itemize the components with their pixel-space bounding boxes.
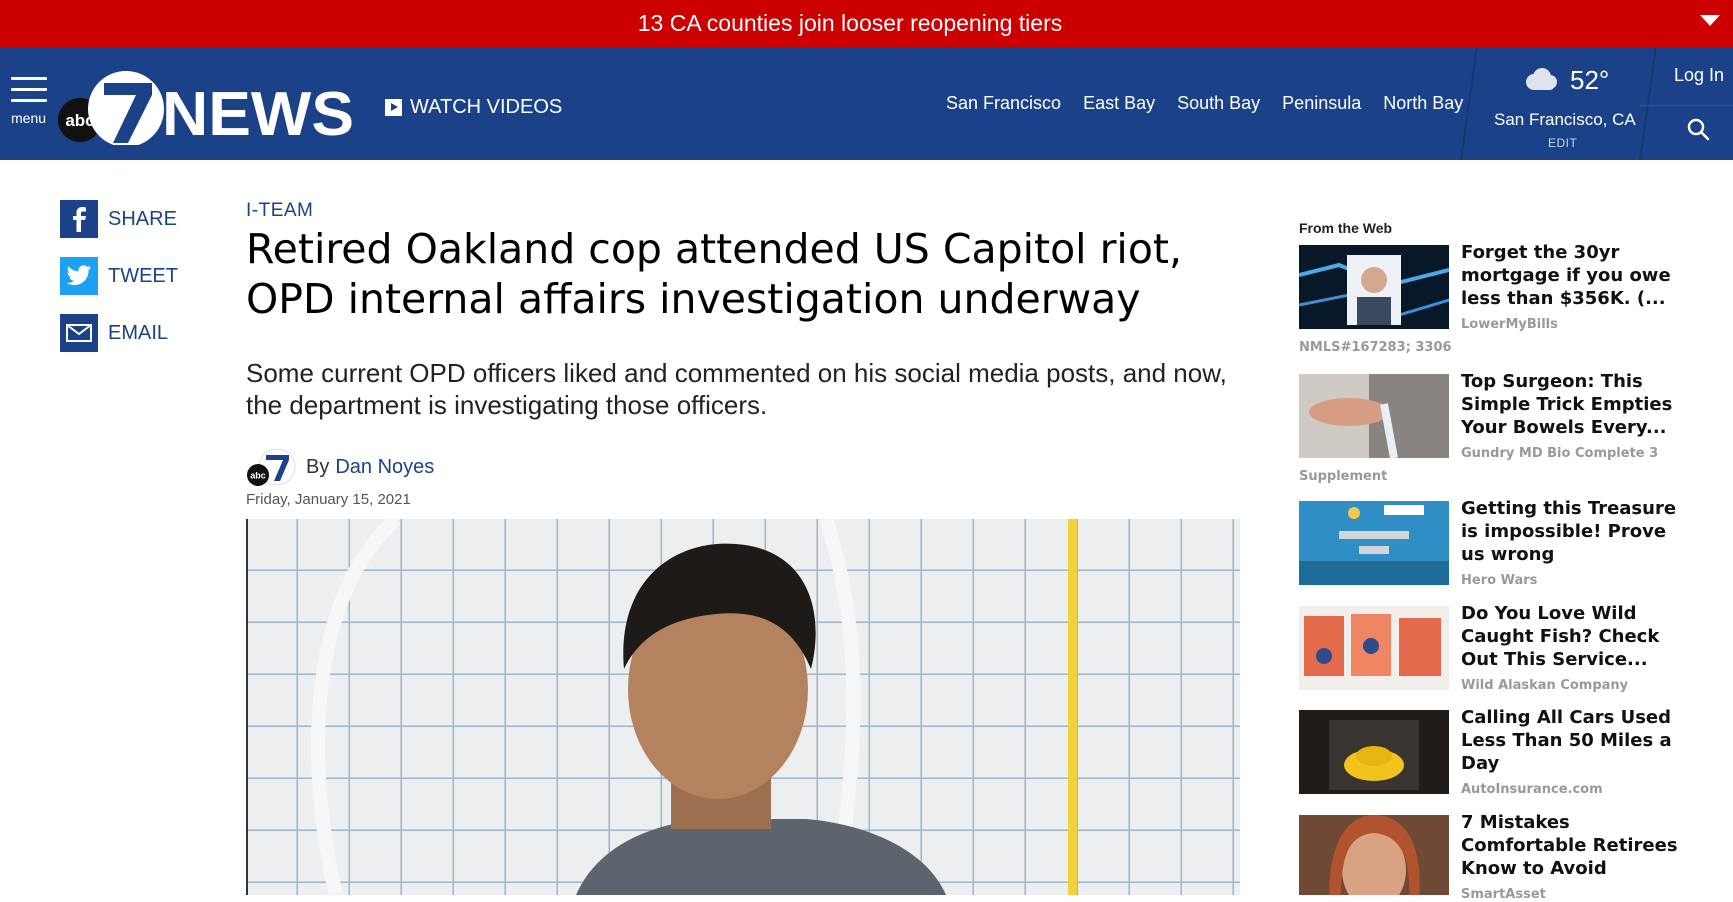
menu-label[interactable]: menu: [11, 110, 46, 126]
sponsored-thumbnail[interactable]: [1299, 374, 1449, 458]
email-label: EMAIL: [108, 321, 169, 344]
weather-edit-link[interactable]: EDIT: [1548, 136, 1577, 150]
author-link[interactable]: Dan Noyes: [335, 456, 434, 479]
hamburger-icon-bar: [11, 88, 47, 91]
sponsored-thumbnail[interactable]: [1299, 606, 1449, 690]
sponsored-thumbnail[interactable]: [1299, 710, 1449, 794]
sponsored-source: Hero Wars: [1461, 573, 1538, 588]
section-kicker[interactable]: I-TEAM: [246, 200, 313, 222]
hamburger-icon-bar: [11, 99, 47, 102]
hamburger-icon: [11, 77, 47, 80]
email-share-button[interactable]: EMAIL: [60, 314, 168, 352]
tweet-label: TWEET: [108, 264, 178, 287]
weather-temperature[interactable]: 52°: [1570, 65, 1609, 96]
svg-text:NEWS: NEWS: [162, 80, 354, 145]
facebook-icon: [60, 200, 98, 238]
article-dek: Some current OPD officers liked and comm…: [246, 358, 1227, 420]
share-label: SHARE: [108, 207, 177, 230]
nav-item-peninsula[interactable]: Peninsula: [1282, 93, 1361, 114]
nav-item-east-bay[interactable]: East Bay: [1083, 93, 1155, 114]
sponsored-thumbnail[interactable]: [1299, 815, 1449, 895]
sponsored-title[interactable]: Top Surgeon: This Simple Trick Empties Y…: [1461, 370, 1686, 439]
facebook-share-button[interactable]: SHARE: [60, 200, 177, 238]
twitter-share-button[interactable]: TWEET: [60, 257, 178, 295]
search-icon[interactable]: [1686, 117, 1710, 141]
author-avatar: abc: [247, 448, 296, 486]
article-headline: Retired Oakland cop attended US Capitol …: [246, 225, 1183, 323]
breaking-alert-bar[interactable]: 13 CA counties join looser reopening tie…: [0, 0, 1733, 47]
divider: [1640, 105, 1733, 106]
byline-prefix: By: [306, 455, 330, 478]
nav-item-north-bay[interactable]: North Bay: [1383, 93, 1463, 114]
sponsored-source-extra: NMLS#167283; 3306: [1299, 340, 1452, 355]
site-header: menu abc NEWS WATCH VIDEOS San Francisco…: [0, 47, 1733, 160]
watch-videos-label: WATCH VIDEOS: [410, 95, 563, 118]
publish-date: Friday, January 15, 2021: [246, 491, 411, 508]
abc7news-logo[interactable]: abc NEWS: [58, 65, 358, 145]
byline: abc By Dan Noyes: [246, 447, 434, 487]
sponsored-thumbnail[interactable]: [1299, 501, 1449, 585]
sponsored-title[interactable]: Getting this Treasure is impossible! Pro…: [1461, 497, 1686, 566]
weather-location[interactable]: San Francisco, CA: [1494, 110, 1636, 130]
sponsored-title[interactable]: 7 Mistakes Comfortable Retirees Know to …: [1461, 811, 1686, 880]
sponsored-source: LowerMyBills: [1461, 317, 1558, 332]
divider: [1639, 47, 1657, 160]
sponsored-source-extra: Supplement: [1299, 469, 1388, 484]
chevron-down-icon[interactable]: [1699, 14, 1721, 28]
play-icon: [385, 98, 402, 116]
sponsored-thumbnail[interactable]: [1299, 245, 1449, 329]
watch-videos-link[interactable]: WATCH VIDEOS: [385, 95, 562, 119]
sponsored-source: Gundry MD Bio Complete 3: [1461, 446, 1659, 461]
nav-item-south-bay[interactable]: South Bay: [1177, 93, 1260, 114]
sponsored-source: AutoInsurance.com: [1461, 782, 1603, 797]
email-icon: [60, 314, 98, 352]
alert-text[interactable]: 13 CA counties join looser reopening tie…: [0, 10, 1700, 37]
sponsored-source: Wild Alaskan Company: [1461, 678, 1629, 693]
region-nav: San Francisco East Bay South Bay Peninsu…: [946, 93, 1463, 114]
hero-photo: [246, 519, 1240, 895]
sponsored-title[interactable]: Forget the 30yr mortgage if you owe less…: [1461, 241, 1686, 310]
article-hero-image[interactable]: [246, 519, 1240, 895]
nav-item-san-francisco[interactable]: San Francisco: [946, 93, 1061, 114]
twitter-icon: [60, 257, 98, 295]
login-link[interactable]: Log In: [1674, 65, 1724, 86]
sponsored-title[interactable]: Do You Love Wild Caught Fish? Check Out …: [1461, 602, 1686, 671]
sponsored-title[interactable]: Calling All Cars Used Less Than 50 Miles…: [1461, 706, 1686, 775]
svg-text:abc: abc: [250, 471, 266, 481]
cloud-icon: [1526, 68, 1557, 90]
from-the-web-title: From the Web: [1299, 220, 1393, 236]
